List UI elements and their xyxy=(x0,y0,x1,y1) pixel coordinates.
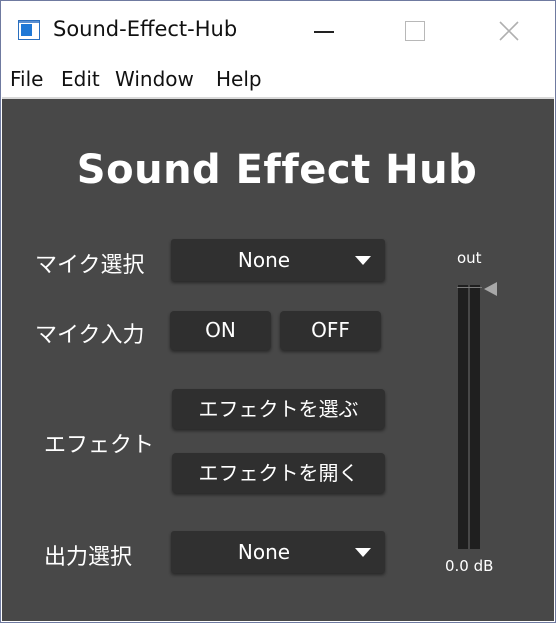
meter-level-line xyxy=(457,287,482,288)
window-title: Sound-Effect-Hub xyxy=(53,17,238,41)
app-title: Sound Effect Hub xyxy=(76,147,478,193)
minimize-icon[interactable] xyxy=(298,11,344,51)
output-select-value: None xyxy=(237,540,291,564)
mic-select-value: None xyxy=(237,248,291,272)
effect-label: エフェクト xyxy=(44,433,155,458)
close-icon[interactable] xyxy=(486,11,532,51)
choose-effect-button[interactable]: エフェクトを選ぶ xyxy=(172,389,385,429)
slider-handle-icon[interactable] xyxy=(484,282,497,296)
meter-bar-left xyxy=(458,285,468,549)
meter-out-label: out xyxy=(457,249,482,267)
mic-select-dropdown[interactable]: None xyxy=(171,239,385,281)
menu-edit[interactable]: Edit xyxy=(61,67,100,91)
maximize-icon[interactable] xyxy=(391,11,437,51)
mic-on-button[interactable]: ON xyxy=(170,311,271,350)
meter-bar-right xyxy=(470,285,480,549)
chevron-down-icon xyxy=(355,256,371,265)
mic-input-label: マイク入力 xyxy=(35,323,145,348)
open-effect-button[interactable]: エフェクトを開く xyxy=(172,453,385,493)
mic-select-label: マイク選択 xyxy=(35,253,145,278)
mic-off-button[interactable]: OFF xyxy=(280,311,381,350)
output-select-label: 出力選択 xyxy=(44,545,133,570)
menu-window[interactable]: Window xyxy=(115,67,194,91)
title-bar[interactable]: Sound-Effect-Hub xyxy=(1,1,555,61)
menu-file[interactable]: File xyxy=(10,67,43,91)
menu-help[interactable]: Help xyxy=(216,67,262,91)
meter-db-value: 0.0 dB xyxy=(445,557,494,575)
app-window: Sound-Effect-Hub File Edit Window Help S… xyxy=(0,0,556,623)
menu-bar: File Edit Window Help xyxy=(1,63,555,97)
main-panel: Sound Effect Hub マイク選択 None マイク入力 ON OFF… xyxy=(2,97,554,621)
output-select-dropdown[interactable]: None xyxy=(171,531,385,573)
chevron-down-icon xyxy=(355,548,371,557)
app-icon xyxy=(18,20,40,40)
